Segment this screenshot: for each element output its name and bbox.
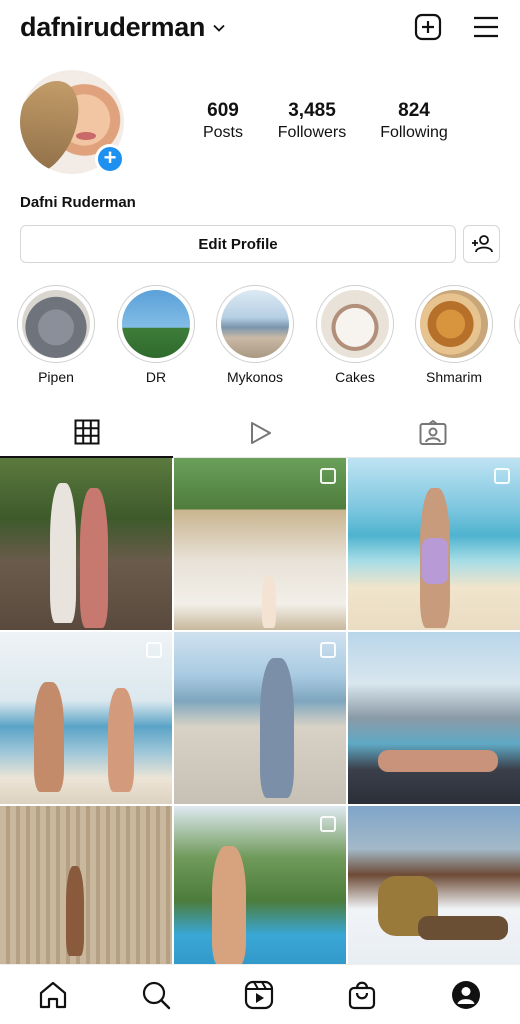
highlight-dr[interactable]: DR [117, 285, 195, 385]
following-label: Following [380, 124, 448, 141]
shop-icon [348, 981, 376, 1010]
multi-photo-icon [320, 642, 336, 658]
highlight-label: Pipen [38, 369, 74, 385]
post-thumbnail[interactable] [0, 458, 172, 630]
add-story-button[interactable]: + [95, 144, 125, 174]
search-icon [142, 981, 171, 1010]
highlight-image [22, 290, 90, 358]
highlight-image [122, 290, 190, 358]
highlight-image [420, 290, 488, 358]
tab-reels[interactable] [173, 408, 346, 458]
followers-number: 3,485 [288, 100, 336, 121]
top-bar: dafniruderman [0, 0, 520, 56]
post-thumbnail[interactable] [348, 458, 520, 630]
profile-tabs [0, 408, 520, 458]
tab-posts-grid[interactable] [0, 408, 173, 458]
highlight-label: DR [145, 369, 167, 385]
edit-profile-button[interactable]: Edit Profile [20, 225, 456, 263]
add-user-icon [471, 235, 493, 253]
post-thumbnail[interactable] [0, 806, 172, 964]
post-thumbnail[interactable] [348, 632, 520, 804]
followers-count[interactable]: 3,485 Followers [273, 100, 351, 142]
highlight-partial[interactable] [514, 285, 520, 363]
highlight-image [321, 290, 389, 358]
posts-label: Posts [202, 124, 243, 141]
nav-search[interactable] [140, 979, 172, 1011]
reels-icon [250, 422, 271, 444]
nav-home[interactable] [37, 979, 69, 1011]
full-name: Dafni Ruderman [20, 194, 136, 211]
highlight-label: Shmarim [425, 369, 482, 385]
bottom-navigation [0, 964, 520, 1024]
username-switcher[interactable]: dafniruderman [20, 12, 225, 43]
story-highlights: Pipen DR Mykonos Cakes Shmarim [0, 285, 520, 395]
nav-reels[interactable] [243, 979, 275, 1011]
following-count[interactable]: 824 Following [376, 100, 452, 142]
nav-shop[interactable] [346, 979, 378, 1011]
multi-photo-icon [320, 468, 336, 484]
new-post-icon[interactable] [413, 12, 443, 42]
reels-icon [244, 980, 274, 1010]
post-thumbnail[interactable] [174, 458, 346, 630]
nav-profile[interactable] [450, 979, 482, 1011]
highlight-mykonos[interactable]: Mykonos [216, 285, 294, 385]
chevron-down-icon [213, 24, 225, 32]
posts-number: 609 [207, 100, 239, 121]
multi-photo-icon [146, 642, 162, 658]
multi-photo-icon [494, 468, 510, 484]
username: dafniruderman [20, 12, 206, 42]
post-thumbnail[interactable] [0, 632, 172, 804]
highlight-shmarim[interactable]: Shmarim [415, 285, 493, 385]
post-thumbnail[interactable] [174, 806, 346, 964]
multi-photo-icon [320, 816, 336, 832]
profile-icon [452, 981, 480, 1009]
tagged-icon [419, 420, 446, 445]
highlight-pipen[interactable]: Pipen [17, 285, 95, 385]
posts-grid [0, 458, 520, 964]
posts-count[interactable]: 609 Posts [198, 100, 248, 142]
post-thumbnail[interactable] [348, 806, 520, 964]
grid-icon [74, 419, 99, 445]
highlight-cakes[interactable]: Cakes [316, 285, 394, 385]
highlight-label: Mykonos [226, 369, 284, 385]
highlight-image [221, 290, 289, 358]
menu-icon[interactable] [471, 12, 501, 42]
followers-label: Followers [277, 124, 347, 141]
post-thumbnail[interactable] [174, 632, 346, 804]
profile-header: + 609 Posts 3,485 Followers 824 Followin… [20, 70, 500, 180]
home-icon [39, 981, 67, 1009]
highlight-label: Cakes [335, 369, 375, 385]
tab-tagged[interactable] [346, 408, 519, 458]
discover-people-button[interactable] [463, 225, 500, 263]
following-number: 824 [398, 100, 430, 121]
